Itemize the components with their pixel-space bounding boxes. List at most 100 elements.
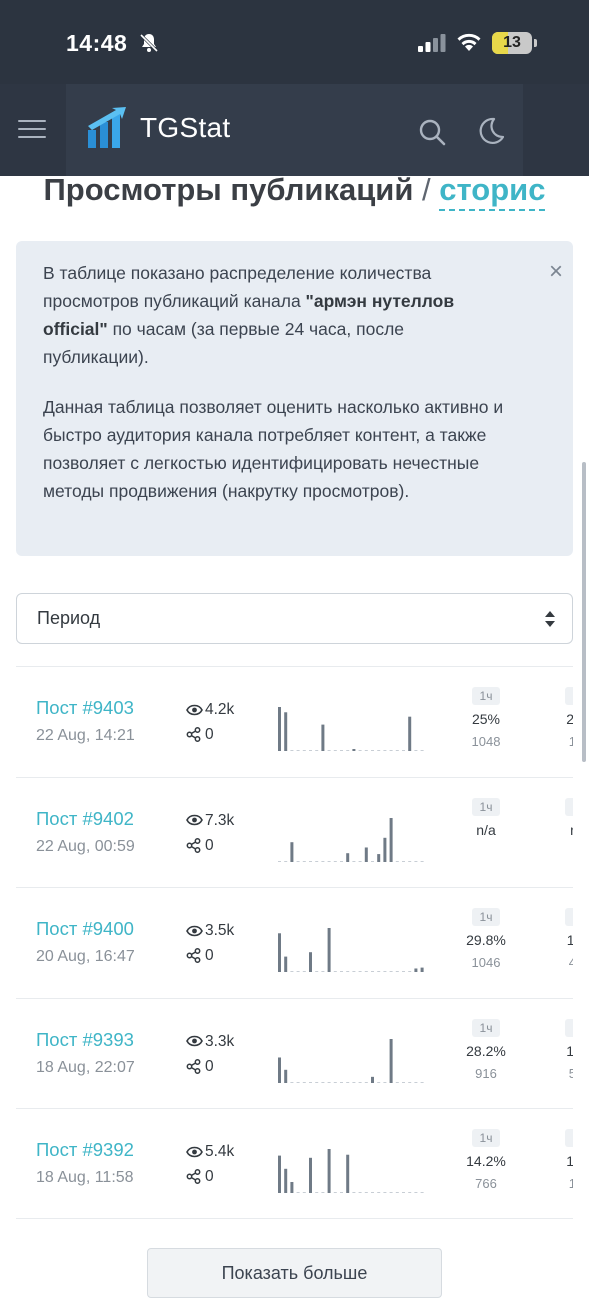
sparkline-bar <box>389 1038 393 1083</box>
info-alert: В таблице показано распределение количес… <box>16 241 573 556</box>
show-more-button[interactable]: Показать больше <box>147 1248 442 1298</box>
sparkline-bar <box>327 1149 331 1193</box>
sparkline-bar <box>377 1192 381 1193</box>
sparkline-bar <box>290 841 294 862</box>
period-select-value: Период <box>37 608 101 628</box>
post-views: 5.4k <box>186 1143 234 1161</box>
hamburger-menu-icon[interactable] <box>18 120 46 140</box>
stories-link[interactable]: сторис <box>439 172 546 211</box>
post-date: 22 Aug, 14:21 <box>36 727 135 744</box>
wifi-icon <box>456 32 482 57</box>
sparkline-bar <box>321 1192 325 1193</box>
sparkline-bar <box>340 971 343 972</box>
sparkline-bar <box>296 971 300 972</box>
hour-count: 12 <box>546 734 573 749</box>
hour-1-cell: 1ч 14.2% 766 <box>461 1129 511 1191</box>
table-row: Пост #939218 Aug, 11:585.4k01ч14.2%76621… <box>16 1108 573 1219</box>
posts-table: Пост #940322 Aug, 14:214.2k01ч25%1048229… <box>16 666 573 1219</box>
sparkline-bar <box>364 750 368 751</box>
sparkline-bar <box>327 750 331 751</box>
sparkline-bar <box>414 750 418 751</box>
sparkline-bar <box>333 1192 337 1193</box>
post-date: 22 Aug, 00:59 <box>36 837 135 855</box>
brand-name[interactable]: TGStat <box>140 112 231 144</box>
post-date: 20 Aug, 16:47 <box>36 948 135 965</box>
views-value: 7.3k <box>205 811 235 829</box>
sparkline-bar <box>302 971 306 972</box>
sparkline-bar <box>364 1192 368 1193</box>
sparkline-bar <box>371 750 374 751</box>
sparkline-bar <box>383 971 387 972</box>
hour-label: 2 <box>564 797 573 816</box>
sparkline-bar <box>414 968 418 972</box>
page-title-separator: / <box>422 172 431 207</box>
sparkline-bar <box>420 967 424 972</box>
sparkline-bar <box>358 750 362 751</box>
sparkline-bar <box>420 750 424 751</box>
sparkline-bar <box>346 750 350 751</box>
scrollbar[interactable] <box>582 462 586 762</box>
sparkline-bar <box>340 1081 343 1083</box>
cellular-signal-icon <box>418 34 446 57</box>
post-link[interactable]: Пост #9400 <box>36 918 134 940</box>
hour-percent: 29. <box>546 711 573 727</box>
sparkline-bar <box>315 1081 319 1083</box>
hour-percent: 11. <box>566 932 573 948</box>
hour-percent: 28.2% <box>466 1042 506 1059</box>
sparkline-bar <box>402 860 405 862</box>
sparkline-bar <box>315 750 319 751</box>
post-link[interactable]: Пост #9403 <box>36 697 134 719</box>
sparkline-bar <box>296 750 300 751</box>
search-icon[interactable] <box>418 118 446 151</box>
post-link[interactable]: Пост #9392 <box>36 1139 134 1161</box>
sparkline-bar <box>278 933 281 972</box>
sparkline-bar <box>278 1155 281 1193</box>
sparkline-bar <box>333 1081 337 1083</box>
sparkline-bar <box>408 860 412 862</box>
shares-value: 0 <box>205 726 214 743</box>
sparkline-bar <box>408 716 412 751</box>
sparkline-bar <box>352 860 356 862</box>
share-icon <box>186 1169 203 1185</box>
sparkline-bar <box>278 860 281 862</box>
sparkline-bar <box>377 853 381 862</box>
sparkline-bar <box>346 971 350 972</box>
hourly-views-sparkline <box>278 1038 424 1083</box>
sparkline-bar <box>389 750 393 751</box>
share-icon <box>186 837 203 853</box>
hour-label: 1ч <box>471 687 501 705</box>
share-icon <box>186 1058 203 1074</box>
sparkline-bar <box>383 837 387 862</box>
post-link[interactable]: Пост #9393 <box>36 1029 134 1051</box>
hour-count: 1046 <box>471 955 501 970</box>
eye-icon <box>186 925 203 937</box>
info-paragraph-1: В таблице показано распределение количес… <box>43 259 513 371</box>
bell-muted-icon <box>139 33 159 58</box>
hour-count: 51 <box>546 1066 573 1081</box>
sparkline-bar <box>395 971 399 972</box>
tgstat-logo-icon[interactable] <box>86 106 130 155</box>
post-shares: 0 <box>186 1058 214 1076</box>
sparkline-bar <box>420 860 424 862</box>
sparkline-bar <box>333 971 337 972</box>
sparkline-bar <box>402 1192 405 1193</box>
hourly-views-sparkline <box>278 817 424 862</box>
sparkline-bar <box>315 1192 319 1193</box>
post-views: 3.5k <box>186 922 234 940</box>
sparkline-bar <box>290 971 294 972</box>
dark-mode-moon-icon[interactable] <box>478 117 505 150</box>
close-alert-icon[interactable]: × <box>549 260 563 284</box>
sparkline-bar <box>321 860 325 862</box>
table-divider <box>16 1218 573 1219</box>
sparkline-bar <box>346 852 350 862</box>
table-row: Пост #940322 Aug, 14:214.2k01ч25%1048229… <box>16 666 573 777</box>
sparkline-bar <box>315 860 319 862</box>
sparkline-bar <box>383 1081 387 1083</box>
sparkline-bar <box>315 971 319 972</box>
post-link[interactable]: Пост #9402 <box>36 808 134 830</box>
period-select[interactable]: Период <box>16 593 573 644</box>
sparkline-bar <box>278 707 281 751</box>
hour-label: 2 <box>564 1018 573 1037</box>
hour-1-cell: 1ч 29.8% 1046 <box>461 908 511 970</box>
sparkline-bar <box>309 1157 312 1193</box>
